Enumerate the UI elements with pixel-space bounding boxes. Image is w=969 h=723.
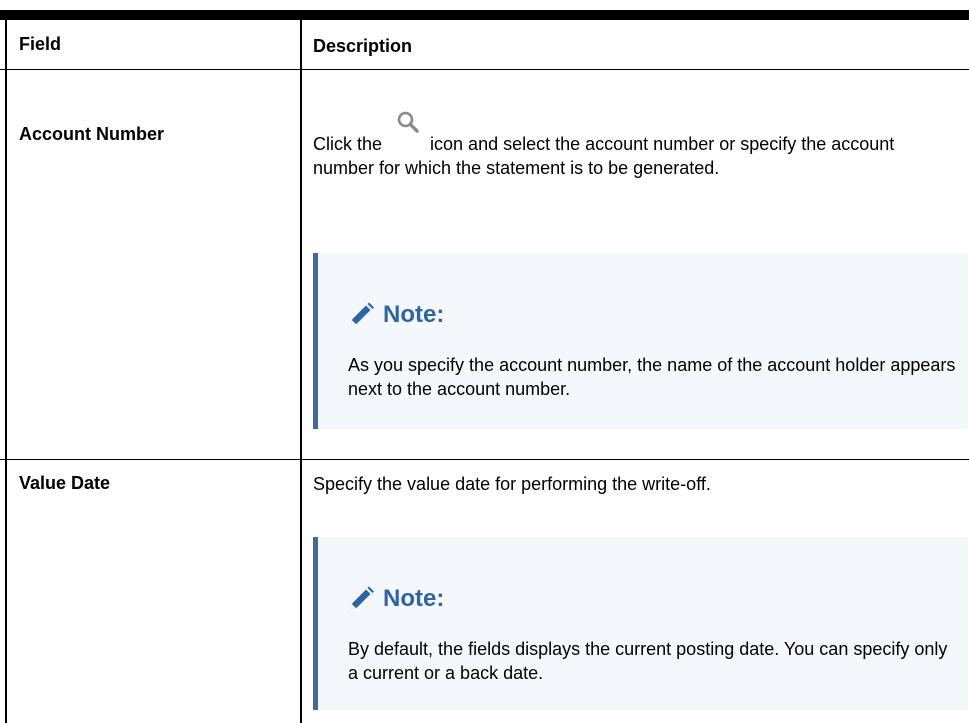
note-header: Note: [347,301,444,329]
field-description: Specify the value date for performing th… [313,474,711,494]
field-description: Click the icon and select the account nu… [313,111,953,180]
pencil-icon [351,586,374,609]
note-header: Note: [347,585,444,613]
note-text: By default, the fields displays the curr… [348,639,948,683]
field-name: Account Number [19,124,165,144]
note-title: Note: [383,585,445,612]
field-name: Value Date [19,473,111,493]
parameter-table: Field Description Account Number Click t… [0,10,969,723]
table-row: Account Number Click the icon and select… [0,70,969,460]
header-field: Field [19,34,62,54]
header-description: Description [313,36,413,56]
table-row: Value Date Specify the value date for pe… [0,460,969,723]
pencil-icon [351,302,374,325]
description-text: Click the [313,134,383,154]
note-box: Note: As you specify the account number,… [313,253,968,429]
search-icon [388,111,424,152]
table-header-row: Field Description [0,20,969,70]
note-box: Note: By default, the fields displays th… [313,537,968,710]
note-text: As you specify the account number, the n… [348,355,956,399]
note-title: Note: [383,301,445,328]
